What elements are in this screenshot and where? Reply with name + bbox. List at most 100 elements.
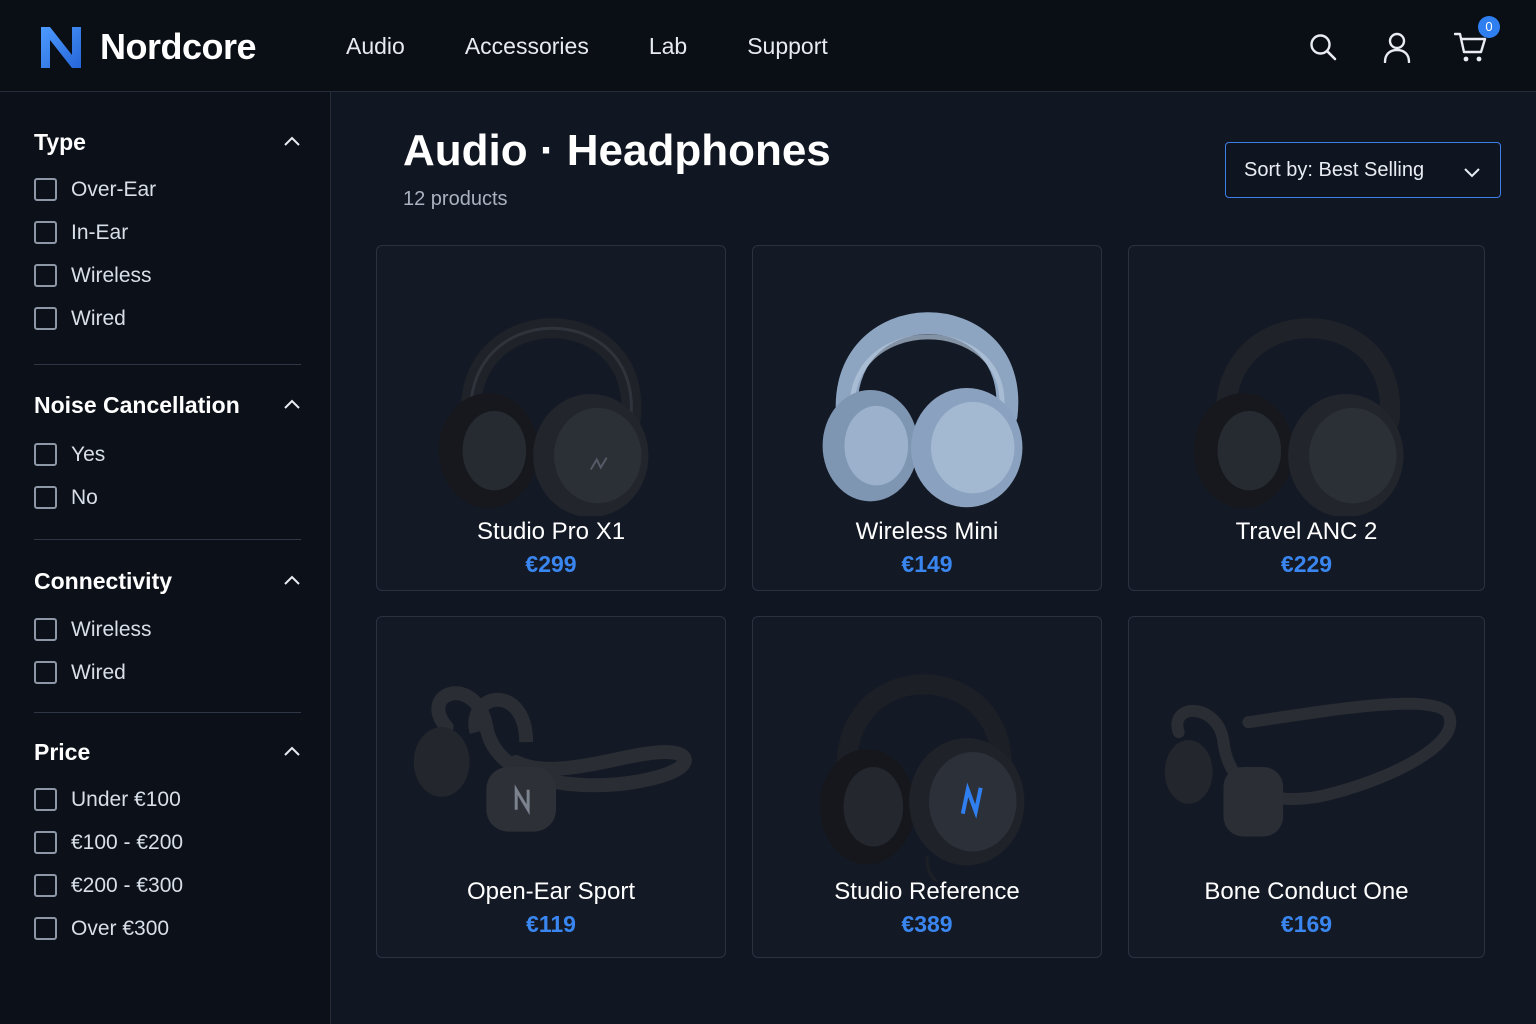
product-name: Travel ANC 2 bbox=[1235, 518, 1378, 545]
filter-group-connectivity: Connectivity Wireless Wired bbox=[34, 566, 301, 694]
search-icon bbox=[1310, 34, 1337, 61]
filter-group-header[interactable]: Noise Cancellation bbox=[34, 390, 301, 420]
product-price: €119 bbox=[526, 911, 576, 937]
nav-link-accessories[interactable]: Accessories bbox=[465, 33, 589, 60]
chevron-up-icon bbox=[284, 575, 300, 585]
filter-option-label: Yes bbox=[71, 442, 106, 466]
product-card[interactable]: Open-Ear Sport €119 bbox=[376, 616, 726, 958]
filter-option-over-ear[interactable]: Over-Ear bbox=[34, 168, 301, 211]
filter-option-label: Wired bbox=[71, 306, 126, 330]
filter-option-wired[interactable]: Wired bbox=[34, 297, 301, 340]
filter-group-title: Connectivity bbox=[34, 567, 173, 594]
product-name: Bone Conduct One bbox=[1204, 878, 1409, 905]
checkbox[interactable] bbox=[34, 486, 57, 509]
product-price: €149 bbox=[901, 551, 953, 577]
checkbox[interactable] bbox=[34, 178, 57, 201]
filter-group-header[interactable]: Price bbox=[34, 737, 301, 767]
chevron-down-icon bbox=[1464, 168, 1480, 178]
filter-option-in-ear[interactable]: In-Ear bbox=[34, 211, 301, 254]
product-card[interactable]: Studio Pro X1 €299 bbox=[376, 245, 726, 591]
checkbox[interactable] bbox=[34, 443, 57, 466]
product-price: €169 bbox=[1280, 911, 1333, 937]
main-nav: Audio Accessories Lab Support bbox=[346, 0, 828, 92]
nav-link-lab[interactable]: Lab bbox=[649, 33, 687, 60]
filter-option-price-100-200[interactable]: €100 - €200 bbox=[34, 821, 301, 864]
filter-option-label: Under €100 bbox=[71, 787, 181, 811]
checkbox[interactable] bbox=[34, 618, 57, 641]
filter-option-label: Over-Ear bbox=[71, 177, 157, 201]
filter-option-nc-yes[interactable]: Yes bbox=[34, 433, 301, 476]
filter-group-price: Price Under €100 €100 - €200 €200 - €300… bbox=[34, 737, 301, 950]
filter-option-price-under-100[interactable]: Under €100 bbox=[34, 778, 301, 821]
filter-option-label: €100 - €200 bbox=[71, 830, 184, 854]
checkbox[interactable] bbox=[34, 661, 57, 684]
chevron-up-icon bbox=[284, 136, 300, 146]
header-actions: 0 bbox=[1306, 16, 1500, 68]
filter-option-label: €200 - €300 bbox=[71, 873, 184, 897]
product-name: Open-Ear Sport bbox=[466, 878, 636, 905]
sort-dropdown[interactable]: Sort by: Best Selling bbox=[1225, 142, 1501, 198]
filter-option-label: Wireless bbox=[71, 263, 152, 287]
chevron-up-icon bbox=[284, 746, 300, 756]
checkbox[interactable] bbox=[34, 831, 57, 854]
product-card[interactable]: Wireless Mini €149 bbox=[752, 245, 1102, 591]
checkbox[interactable] bbox=[34, 264, 57, 287]
product-name: Studio Reference bbox=[834, 878, 1020, 905]
filter-option-price-200-300[interactable]: €200 - €300 bbox=[34, 864, 301, 907]
over-ear-headphones-image bbox=[1193, 318, 1404, 516]
filter-group-title: Price bbox=[34, 738, 91, 765]
product-price: €389 bbox=[901, 911, 953, 937]
over-ear-headphones-image bbox=[822, 312, 1023, 508]
filter-group-title: Noise Cancellation bbox=[34, 391, 240, 418]
over-ear-headphones-image bbox=[438, 318, 649, 516]
product-count: 12 products bbox=[403, 188, 508, 210]
nav-link-support[interactable]: Support bbox=[747, 33, 828, 60]
checkbox[interactable] bbox=[34, 221, 57, 244]
filter-group-noise-cancellation: Noise Cancellation Yes No bbox=[34, 390, 301, 519]
filter-group-type: Type Over-Ear In-Ear Wireless Wired bbox=[34, 127, 301, 340]
search-button[interactable] bbox=[1306, 30, 1340, 64]
filter-option-label: Wired bbox=[71, 660, 126, 684]
filter-option-nc-no[interactable]: No bbox=[34, 476, 301, 519]
checkbox[interactable] bbox=[34, 788, 57, 811]
filter-option-label: Wireless bbox=[71, 617, 152, 641]
top-navigation-bar: Nordcore Audio Accessories Lab Support 0 bbox=[0, 0, 1536, 92]
chevron-up-icon bbox=[284, 399, 300, 409]
cart-button[interactable]: 0 bbox=[1454, 16, 1500, 64]
studio-headphones-image bbox=[819, 674, 1025, 883]
filter-option-conn-wireless[interactable]: Wireless bbox=[34, 608, 301, 651]
product-card[interactable]: Studio Reference €389 bbox=[752, 616, 1102, 958]
user-icon bbox=[1383, 32, 1411, 63]
brand-logo[interactable]: Nordcore bbox=[38, 24, 257, 70]
filter-option-conn-wired[interactable]: Wired bbox=[34, 651, 301, 694]
filter-divider bbox=[34, 712, 301, 713]
filter-option-label: Over €300 bbox=[71, 916, 170, 940]
product-card[interactable]: Travel ANC 2 €229 bbox=[1128, 245, 1485, 591]
open-ear-headphones-image bbox=[413, 686, 692, 832]
filter-group-header[interactable]: Connectivity bbox=[34, 566, 301, 596]
nav-link-audio[interactable]: Audio bbox=[346, 33, 405, 60]
product-name: Studio Pro X1 bbox=[476, 518, 626, 545]
cart-count-badge: 0 bbox=[1478, 16, 1500, 38]
brand-name: Nordcore bbox=[100, 26, 257, 67]
nordcore-logo-icon bbox=[41, 27, 81, 68]
checkbox[interactable] bbox=[34, 307, 57, 330]
filter-option-label: In-Ear bbox=[71, 220, 129, 244]
product-name: Wireless Mini bbox=[855, 518, 999, 545]
filter-divider bbox=[34, 539, 301, 540]
product-price: €299 bbox=[525, 551, 577, 577]
product-price: €229 bbox=[1280, 551, 1333, 577]
filter-option-label: No bbox=[71, 485, 98, 509]
checkbox[interactable] bbox=[34, 917, 57, 940]
sort-label: Sort by: Best Selling bbox=[1244, 158, 1425, 181]
filter-group-header[interactable]: Type bbox=[34, 127, 301, 157]
filter-group-title: Type bbox=[34, 128, 86, 155]
checkbox[interactable] bbox=[34, 874, 57, 897]
filter-option-price-over-300[interactable]: Over €300 bbox=[34, 907, 301, 950]
bone-conduction-headphones-image bbox=[1164, 697, 1456, 837]
filter-divider bbox=[34, 364, 301, 365]
page-title: Audio · Headphones bbox=[403, 126, 831, 175]
product-card[interactable]: Bone Conduct One €169 bbox=[1128, 616, 1485, 958]
account-button[interactable] bbox=[1380, 30, 1414, 64]
filter-option-wireless[interactable]: Wireless bbox=[34, 254, 301, 297]
